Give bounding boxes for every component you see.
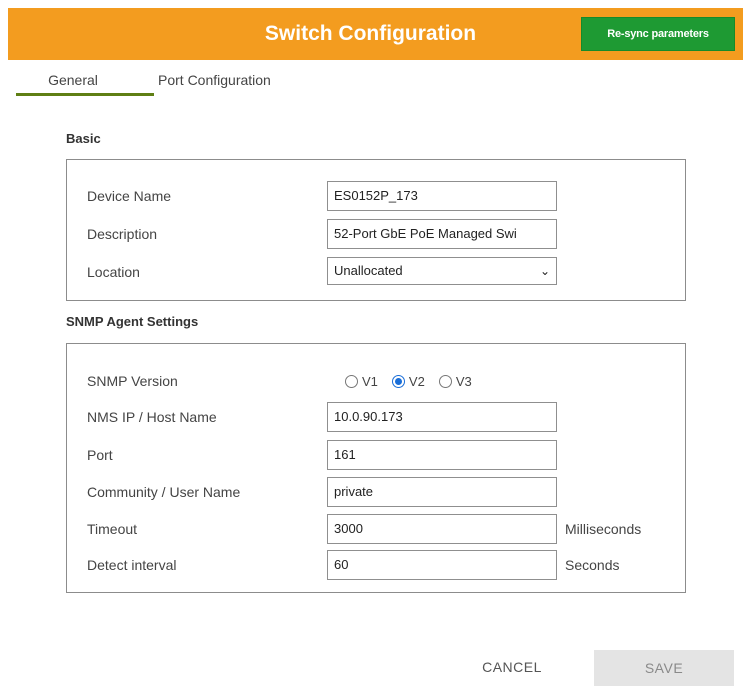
tab-bar: General Port Configuration bbox=[16, 68, 416, 98]
detect-interval-row: Detect interval 60 Seconds bbox=[87, 550, 685, 580]
tab-port-configuration[interactable]: Port Configuration bbox=[158, 68, 318, 96]
radio-v2-label: V2 bbox=[408, 373, 425, 389]
snmp-version-v1-option[interactable]: V1 bbox=[345, 374, 378, 389]
location-select-value: Unallocated bbox=[334, 263, 403, 278]
detect-interval-label: Detect interval bbox=[87, 557, 177, 573]
basic-section-box: Device Name ES0152P_173 Description 52-P… bbox=[66, 159, 686, 301]
device-name-input[interactable]: ES0152P_173 bbox=[327, 181, 557, 211]
location-row: Location Unallocated ⌄ bbox=[87, 257, 685, 287]
chevron-down-icon: ⌄ bbox=[539, 264, 550, 278]
snmp-section-box: SNMP Version V1 V2 V3 NMS IP / Host Name… bbox=[66, 343, 686, 593]
snmp-version-radio-group: V1 V2 V3 bbox=[345, 366, 486, 396]
community-input[interactable]: private bbox=[327, 477, 557, 507]
tab-general[interactable]: General bbox=[16, 68, 154, 96]
cancel-button[interactable]: CANCEL bbox=[462, 650, 562, 684]
radio-v1[interactable] bbox=[345, 374, 358, 388]
device-name-row: Device Name ES0152P_173 bbox=[87, 181, 685, 211]
timeout-input[interactable]: 3000 bbox=[327, 514, 557, 544]
nms-ip-label: NMS IP / Host Name bbox=[87, 409, 217, 425]
dialog-header: Switch Configuration Re-sync parameters bbox=[8, 8, 743, 60]
radio-v1-label: V1 bbox=[362, 373, 378, 389]
community-label: Community / User Name bbox=[87, 484, 241, 500]
timeout-row: Timeout 3000 Milliseconds bbox=[87, 514, 685, 544]
location-label: Location bbox=[87, 264, 140, 280]
detect-interval-input[interactable]: 60 bbox=[327, 550, 557, 580]
radio-v3-label: V3 bbox=[455, 373, 472, 389]
resync-parameters-button[interactable]: Re-sync parameters bbox=[581, 17, 735, 51]
port-input[interactable]: 161 bbox=[327, 440, 557, 470]
timeout-label: Timeout bbox=[87, 521, 138, 537]
nms-ip-row: NMS IP / Host Name 10.0.90.173 bbox=[87, 402, 685, 432]
snmp-version-row: SNMP Version V1 V2 V3 bbox=[87, 366, 685, 396]
detect-interval-unit: Seconds bbox=[565, 557, 620, 573]
radio-v3[interactable] bbox=[438, 374, 452, 388]
description-row: Description 52-Port GbE PoE Managed Swi bbox=[87, 219, 685, 249]
radio-v2[interactable] bbox=[391, 374, 405, 388]
port-row: Port 161 bbox=[87, 440, 685, 470]
location-select[interactable]: Unallocated ⌄ bbox=[327, 257, 557, 285]
snmp-version-v3-option[interactable]: V3 bbox=[438, 373, 472, 389]
community-row: Community / User Name private bbox=[87, 477, 685, 507]
snmp-section-title: SNMP Agent Settings bbox=[66, 314, 199, 329]
port-label: Port bbox=[87, 447, 113, 463]
switch-configuration-dialog: Switch Configuration Re-sync parameters … bbox=[0, 0, 743, 698]
snmp-version-label: SNMP Version bbox=[87, 373, 178, 389]
basic-section-title: Basic bbox=[66, 131, 101, 146]
device-name-label: Device Name bbox=[87, 188, 172, 204]
nms-ip-input[interactable]: 10.0.90.173 bbox=[327, 402, 557, 432]
description-input[interactable]: 52-Port GbE PoE Managed Swi bbox=[327, 219, 557, 249]
timeout-unit: Milliseconds bbox=[565, 521, 642, 537]
description-label: Description bbox=[87, 226, 158, 242]
save-button[interactable]: SAVE bbox=[594, 650, 734, 686]
snmp-version-v2-option[interactable]: V2 bbox=[391, 373, 425, 389]
